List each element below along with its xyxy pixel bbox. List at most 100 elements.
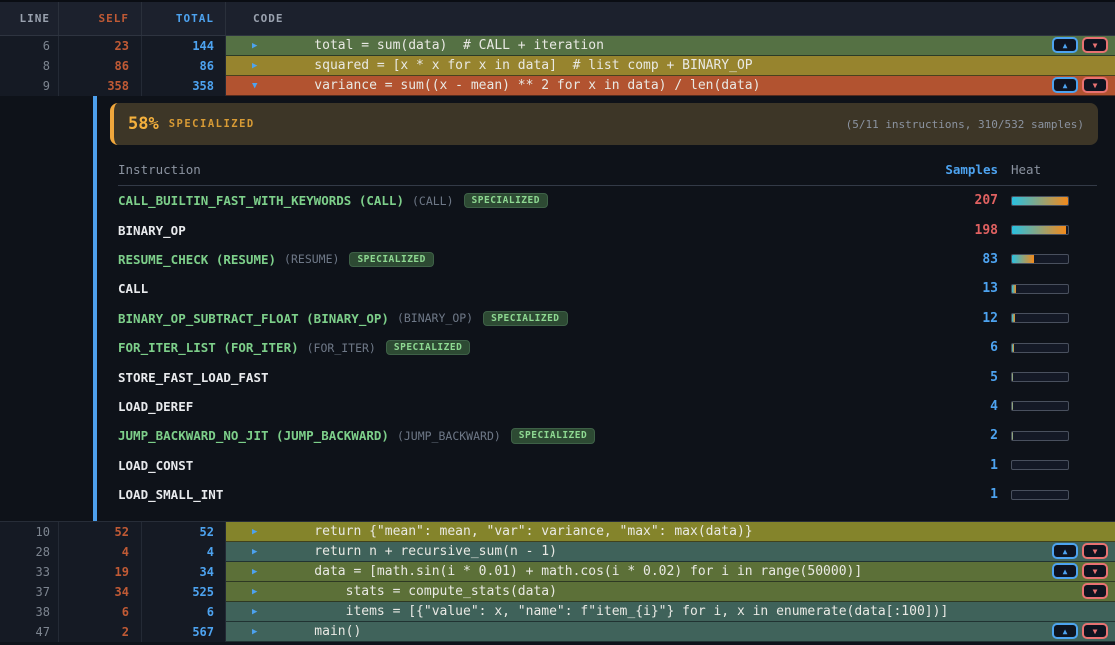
instruction-row: RESUME_CHECK (RESUME) (RESUME) SPECIALIZ…: [118, 245, 1097, 274]
code-cell[interactable]: ▶ return {"mean": mean, "var": variance,…: [226, 522, 1115, 542]
instruction-name: CALL: [118, 281, 148, 296]
line-number-cell: 28: [0, 542, 59, 562]
code-line-row: 33 19 34 ▶ data = [math.sin(i * 0.01) + …: [0, 562, 1115, 582]
jump-up-button[interactable]: ▲: [1052, 623, 1078, 639]
heat-bar-track: [1011, 401, 1069, 411]
code-rows-top: 6 23 144 ▶ total = sum(data) # CALL + it…: [0, 36, 1115, 96]
instruction-rows: CALL_BUILTIN_FAST_WITH_KEYWORDS (CALL) (…: [118, 186, 1097, 509]
code-text: data = [math.sin(i * 0.01) + math.cos(i …: [283, 562, 862, 582]
instruction-row: LOAD_SMALL_INT 1: [118, 480, 1097, 509]
self-samples-cell: 19: [59, 562, 142, 582]
code-text: items = [{"value": x, "name": f"item_{i}…: [283, 602, 948, 622]
instruction-base-name: (JUMP_BACKWARD): [397, 429, 501, 443]
instruction-samples: 12: [878, 311, 998, 326]
instruction-row: CALL_BUILTIN_FAST_WITH_KEYWORDS (CALL) (…: [118, 186, 1097, 215]
jump-down-button[interactable]: ▼: [1082, 543, 1108, 559]
jump-down-button[interactable]: ▼: [1082, 37, 1108, 53]
jump-up-button[interactable]: ▲: [1052, 37, 1078, 53]
instruction-row: CALL 13: [118, 274, 1097, 303]
code-cell[interactable]: ▼ variance = sum((x - mean) ** 2 for x i…: [226, 76, 1115, 96]
instruction-samples: 6: [878, 340, 998, 355]
code-line-row: 8 86 86 ▶ squared = [x * x for x in data…: [0, 56, 1115, 76]
heat-bar-fill: [1012, 226, 1066, 234]
heat-bar-fill: [1012, 255, 1034, 263]
profiler-view: LINE SELF TOTAL CODE 6 23 144 ▶ total = …: [0, 0, 1115, 645]
row-nav-buttons: ▲ ▼: [1052, 543, 1108, 559]
instruction-name: FOR_ITER_LIST (FOR_ITER): [118, 340, 299, 355]
heat-bar: [1011, 313, 1097, 323]
heat-bar-fill: [1012, 285, 1016, 293]
expand-marker-icon[interactable]: ▶: [252, 582, 257, 602]
instruction-name: LOAD_DEREF: [118, 399, 193, 414]
code-line-row: 10 52 52 ▶ return {"mean": mean, "var": …: [0, 522, 1115, 542]
code-text: stats = compute_stats(data): [283, 582, 557, 602]
expand-marker-icon[interactable]: ▶: [252, 56, 257, 76]
jump-down-button[interactable]: ▼: [1082, 583, 1108, 599]
code-cell[interactable]: ▶ squared = [x * x for x in data] # list…: [226, 56, 1115, 76]
code-cell[interactable]: ▶ total = sum(data) # CALL + iteration ▲…: [226, 36, 1115, 56]
instruction-table: Instruction Samples Heat CALL_BUILTIN_FA…: [118, 154, 1097, 509]
instruction-name: BINARY_OP_SUBTRACT_FLOAT (BINARY_OP): [118, 311, 389, 326]
heat-bar-fill: [1012, 314, 1015, 322]
expand-marker-icon[interactable]: ▶: [252, 602, 257, 622]
heat-bar: [1011, 431, 1097, 441]
code-cell[interactable]: ▶ data = [math.sin(i * 0.01) + math.cos(…: [226, 562, 1115, 582]
instruction-name: LOAD_SMALL_INT: [118, 487, 223, 502]
instruction-samples: 83: [878, 252, 998, 267]
specialized-badge: SPECIALIZED: [464, 193, 548, 209]
row-nav-buttons: ▲ ▼: [1052, 563, 1108, 579]
jump-down-button[interactable]: ▼: [1082, 77, 1108, 93]
jump-up-button[interactable]: ▲: [1052, 77, 1078, 93]
self-samples-cell: 358: [59, 76, 142, 96]
code-line-row: 47 2 567 ▶ main() ▲ ▼: [0, 622, 1115, 642]
column-header-instruction: Instruction: [118, 162, 878, 177]
heat-bar-fill: [1012, 432, 1013, 440]
line-number-cell: 6: [0, 36, 59, 56]
total-samples-cell: 4: [142, 542, 226, 562]
jump-down-button[interactable]: ▼: [1082, 563, 1108, 579]
code-text: return {"mean": mean, "var": variance, "…: [283, 522, 753, 542]
total-samples-cell: 52: [142, 522, 226, 542]
expand-marker-icon[interactable]: ▶: [252, 36, 257, 56]
jump-up-button[interactable]: ▲: [1052, 563, 1078, 579]
jump-down-button[interactable]: ▼: [1082, 623, 1108, 639]
total-samples-cell: 525: [142, 582, 226, 602]
code-text: variance = sum((x - mean) ** 2 for x in …: [283, 76, 760, 96]
heat-bar: [1011, 343, 1097, 353]
row-nav-buttons: ▲ ▼: [1052, 77, 1108, 93]
column-header-self: SELF: [59, 2, 142, 35]
heat-bar: [1011, 372, 1097, 382]
heat-bar-track: [1011, 225, 1069, 235]
code-cell[interactable]: ▶ stats = compute_stats(data) ▲ ▼: [226, 582, 1115, 602]
specialized-badge: SPECIALIZED: [386, 340, 470, 356]
heat-bar-fill: [1012, 373, 1013, 381]
column-header-line: LINE: [0, 2, 59, 35]
table-header: LINE SELF TOTAL CODE: [0, 0, 1115, 36]
instruction-samples: 2: [878, 428, 998, 443]
code-cell[interactable]: ▶ main() ▲ ▼: [226, 622, 1115, 642]
jump-up-button[interactable]: ▲: [1052, 543, 1078, 559]
instruction-base-name: (FOR_ITER): [307, 341, 376, 355]
expand-marker-icon[interactable]: ▶: [252, 542, 257, 562]
expand-marker-icon[interactable]: ▶: [252, 622, 257, 642]
instruction-name: CALL_BUILTIN_FAST_WITH_KEYWORDS (CALL): [118, 193, 404, 208]
code-cell[interactable]: ▶ items = [{"value": x, "name": f"item_{…: [226, 602, 1115, 622]
instruction-samples: 1: [878, 458, 998, 473]
heat-bar-track: [1011, 490, 1069, 500]
instruction-name: LOAD_CONST: [118, 458, 193, 473]
total-samples-cell: 144: [142, 36, 226, 56]
heat-bar: [1011, 254, 1097, 264]
code-cell[interactable]: ▶ return n + recursive_sum(n - 1) ▲ ▼: [226, 542, 1115, 562]
heat-bar-track: [1011, 254, 1069, 264]
instruction-name: STORE_FAST_LOAD_FAST: [118, 370, 269, 385]
specialization-banner: 58% SPECIALIZED (5/11 instructions, 310/…: [110, 103, 1098, 145]
line-number-cell: 33: [0, 562, 59, 582]
expand-marker-icon[interactable]: ▶: [252, 522, 257, 542]
expand-marker-icon[interactable]: ▼: [252, 76, 257, 96]
expand-marker-icon[interactable]: ▶: [252, 562, 257, 582]
line-number-cell: 9: [0, 76, 59, 96]
heat-bar-track: [1011, 343, 1069, 353]
specialized-badge: SPECIALIZED: [483, 311, 567, 327]
expansion-connector-line: [93, 96, 97, 521]
code-text: total = sum(data) # CALL + iteration: [283, 36, 604, 56]
